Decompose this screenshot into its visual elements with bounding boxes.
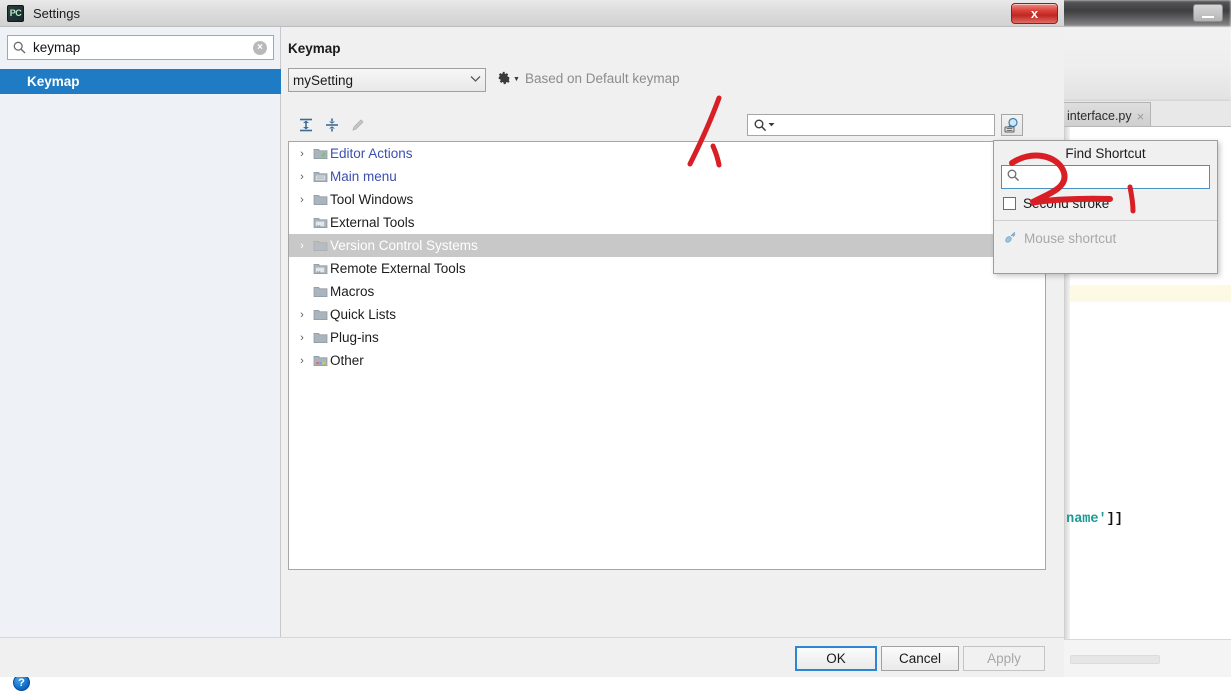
second-stroke-label: Second stroke [1023, 196, 1110, 211]
ok-button[interactable]: OK [795, 646, 877, 671]
folder-menu-icon [310, 170, 330, 183]
keymap-filter-input[interactable] [779, 116, 994, 134]
keymap-tree-row-label: Remote External Tools [330, 261, 466, 276]
editor-caret-line-highlight [1070, 285, 1231, 302]
keymap-tree-row-label: Plug-ins [330, 330, 379, 345]
find-shortcut-icon[interactable] [1001, 114, 1023, 136]
based-on-keymap-label: Based on Default keymap [525, 71, 680, 86]
keymap-tree-row[interactable]: › Tool Windows [289, 188, 1045, 211]
expand-all-icon[interactable] [297, 116, 315, 134]
editor-code-fragment: 'name']] [1058, 512, 1231, 527]
folder-icon [310, 193, 330, 206]
keymap-tree-row-label: Other [330, 353, 364, 368]
editor-tab-interface-py[interactable]: interface.py × [1062, 102, 1152, 126]
cancel-button[interactable]: Cancel [881, 646, 959, 671]
settings-left-panel: × Keymap ? [0, 27, 281, 691]
folder-icon [310, 331, 330, 344]
second-stroke-checkbox[interactable] [1003, 197, 1016, 210]
settings-category-list: Keymap [0, 69, 281, 94]
keymap-tree-row[interactable]: › Quick Lists [289, 303, 1045, 326]
close-icon[interactable]: × [1137, 109, 1145, 124]
find-shortcut-input[interactable] [1025, 168, 1209, 186]
popup-divider [994, 220, 1217, 221]
apply-button: Apply [963, 646, 1045, 671]
chevron-down-icon [470, 75, 481, 85]
chevron-right-icon[interactable]: › [294, 171, 310, 183]
keymap-tree-row-label: Quick Lists [330, 307, 397, 322]
keymap-scheme-select[interactable]: mySetting [288, 68, 486, 92]
keymap-tree-row[interactable]: › Editor Actions [289, 142, 1045, 165]
folder-icon [310, 285, 330, 298]
clear-icon[interactable]: × [253, 40, 267, 55]
folder-tools-icon [310, 262, 330, 275]
find-shortcut-popup: Find Shortcut Second stroke Mouse shortc… [993, 140, 1218, 274]
chevron-right-icon[interactable]: › [294, 194, 310, 206]
keymap-scheme-value: mySetting [293, 72, 354, 88]
folder-other-icon [310, 354, 330, 367]
keymap-panel: › Editor Actions › Main menu › Tool Windows Ex… [288, 108, 1046, 570]
chevron-right-icon[interactable]: › [294, 355, 310, 367]
pycharm-app-icon: PC [7, 4, 24, 22]
keymap-tree-row[interactable]: › Other [289, 349, 1045, 372]
keymap-tree-row-label: Tool Windows [330, 192, 414, 207]
keymap-tree-row[interactable]: › Plug-ins [289, 326, 1045, 349]
second-stroke-checkbox-row[interactable]: Second stroke [1003, 196, 1217, 211]
settings-search-field[interactable]: × [7, 35, 274, 60]
search-icon[interactable] [754, 119, 775, 132]
keymap-actions-tree[interactable]: › Editor Actions › Main menu › Tool Windows Ex… [288, 141, 1046, 570]
keymap-tree-row[interactable]: Remote External Tools [289, 257, 1045, 280]
settings-right-pane: Keymap mySetting ▼ Based on Default keym… [281, 27, 1064, 637]
find-shortcut-input-wrap[interactable] [1001, 165, 1210, 189]
keymap-settings-gear-button[interactable]: ▼ [497, 71, 520, 88]
keymap-tree-row[interactable]: Macros [289, 280, 1045, 303]
keymap-filter-field[interactable] [747, 114, 995, 136]
keymap-tree-row[interactable]: External Tools [289, 211, 1045, 234]
mouse-shortcut-label: Mouse shortcut [1024, 231, 1117, 246]
keymap-tree-row-label: Editor Actions [330, 146, 413, 161]
editor-horizontal-scrollbar[interactable] [1070, 655, 1160, 664]
chevron-right-icon[interactable]: › [294, 309, 310, 321]
close-icon[interactable]: x [1011, 3, 1058, 24]
keymap-tree-row-label: External Tools [330, 215, 415, 230]
ide-minimize-button[interactable] [1193, 4, 1223, 22]
sidebar-item-keymap[interactable]: Keymap [0, 69, 281, 94]
keymap-tree-row[interactable]: › Main menu [289, 165, 1045, 188]
gear-icon [497, 71, 511, 88]
chevron-right-icon[interactable]: › [294, 240, 310, 252]
keymap-tree-row-label: Version Control Systems [330, 238, 478, 253]
dialog-title: Settings [33, 5, 80, 21]
editor-tab-label: interface.py [1067, 109, 1132, 123]
page-title: Keymap [288, 41, 341, 56]
find-shortcut-popup-title: Find Shortcut [994, 141, 1217, 165]
keymap-tree-row-label: Macros [330, 284, 375, 299]
mouse-shortcut-option: Mouse shortcut [1003, 230, 1217, 247]
code-string-literal: 'name' [1058, 512, 1107, 527]
keymap-tree-row[interactable]: › Version Control Systems [289, 234, 1045, 257]
settings-dialog: PC Settings x × Keymap ? Keymap mySettin… [0, 0, 1064, 691]
sidebar-item-label: Keymap [27, 74, 80, 89]
collapse-all-icon[interactable] [323, 116, 341, 134]
search-icon [1007, 169, 1020, 185]
folder-icon [310, 308, 330, 321]
keymap-tree-row-label: Main menu [330, 169, 397, 184]
edit-pencil-icon [349, 116, 367, 134]
chevron-right-icon[interactable]: › [294, 148, 310, 160]
chevron-right-icon[interactable]: › [294, 332, 310, 344]
search-input[interactable] [31, 39, 253, 56]
folder-icon [310, 239, 330, 252]
chevron-down-icon: ▼ [513, 76, 520, 83]
code-punctuation: ]] [1106, 512, 1123, 527]
minimize-icon [1202, 16, 1214, 18]
dialog-button-bar: OK Cancel Apply [0, 637, 1064, 677]
mouse-icon [1003, 230, 1017, 247]
dialog-titlebar[interactable]: PC Settings x [0, 0, 1064, 27]
folder-editor-icon [310, 147, 330, 160]
search-icon [13, 41, 26, 54]
folder-tools-icon [310, 216, 330, 229]
